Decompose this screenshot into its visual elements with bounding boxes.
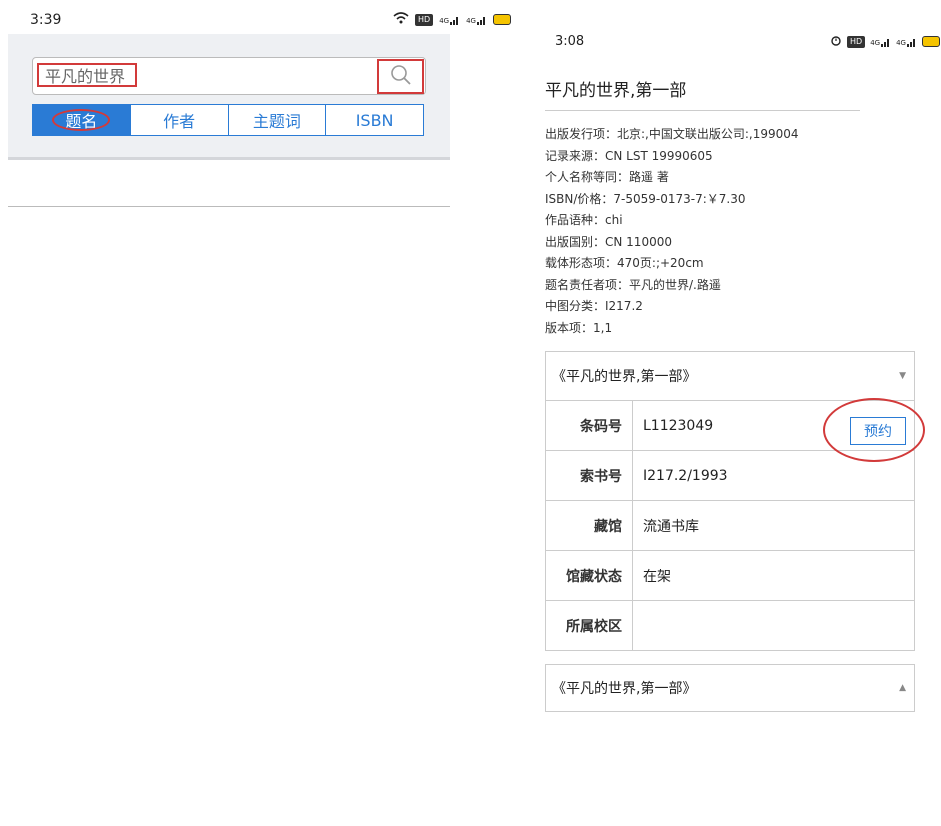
tab-subject[interactable]: 主题词 [228, 105, 327, 135]
barcode-label: 条码号 [545, 400, 633, 451]
campus-value [632, 600, 915, 651]
signal-4g-icon: 4G [466, 15, 487, 25]
location-label: 藏馆 [545, 500, 633, 551]
battery-icon [921, 36, 940, 47]
tab-label: ISBN [355, 110, 394, 130]
holding-accordion-header-2[interactable]: 《平凡的世界,第一部》 ▲ [545, 664, 915, 712]
tab-isbn[interactable]: ISBN [326, 105, 423, 135]
meta-isbn-price: ISBN/价格：7-5059-0173-7:￥7.30 [545, 191, 746, 206]
status-time: 3:08 [555, 34, 585, 49]
meta-edition: 版本项：1,1 [545, 320, 613, 335]
table-row: 所属校区 [545, 600, 915, 651]
campus-label: 所属校区 [545, 600, 633, 651]
search-panel [8, 34, 450, 158]
meta-country: 出版国别：CN 110000 [545, 234, 672, 249]
callnumber-label: 索书号 [545, 450, 633, 501]
table-row: 藏馆 流通书库 [545, 500, 915, 551]
annotation-ellipse [823, 398, 925, 462]
divider [545, 110, 860, 111]
signal-4g-icon: 4G [896, 37, 917, 47]
holding-accordion-header[interactable]: 《平凡的世界,第一部》 ▼ [545, 351, 915, 401]
meta-physical: 载体形态项：470页:;+20cm [545, 256, 704, 270]
meta-publisher: 出版发行项：北京:,中国文联出版公司:,199004 [545, 127, 799, 141]
signal-label: 4G [896, 38, 906, 47]
panel-shadow [8, 157, 450, 160]
status-label: 馆藏状态 [545, 550, 633, 601]
tab-label: 作者 [163, 112, 196, 131]
search-input[interactable]: 平凡的世界 [37, 63, 137, 87]
search-icon [390, 64, 412, 90]
hd-icon: HD [847, 35, 866, 48]
signal-label: 4G [870, 38, 881, 47]
annotation-ellipse [52, 109, 111, 131]
search-type-tabs: 题名 作者 主题词 ISBN [32, 104, 424, 136]
meta-classification: 中图分类：I217.2 [545, 299, 643, 313]
meta-record-source: 记录来源：CN LST 19990605 [545, 148, 713, 163]
book-title: 平凡的世界,第一部 [545, 81, 687, 101]
holding-title: 《平凡的世界,第一部》 [552, 681, 697, 697]
alarm-icon [830, 34, 842, 49]
meta-responsibility: 题名责任者项：平凡的世界/.路遥 [545, 277, 721, 292]
meta-language: 作品语种：chi [545, 213, 623, 227]
holding-title: 《平凡的世界,第一部》 [552, 369, 697, 385]
table-row: 馆藏状态 在架 [545, 550, 915, 601]
caret-down-icon: ▼ [899, 371, 906, 381]
tab-label: 主题词 [252, 112, 301, 131]
meta-author: 个人名称等同：路遥 著 [545, 170, 669, 184]
search-button[interactable] [377, 59, 424, 94]
signal-4g-icon: 4G [870, 37, 891, 47]
tab-author[interactable]: 作者 [130, 105, 229, 135]
signal-label: 4G [439, 16, 450, 25]
signal-4g-icon: 4G [439, 15, 460, 25]
battery-icon [492, 14, 511, 25]
status-icons: HD 4G 4G [393, 12, 511, 27]
book-metadata: 出版发行项：北京:,中国文联出版公司:,199004 记录来源：CN LST 1… [545, 124, 799, 339]
tab-title[interactable]: 题名 [33, 105, 131, 135]
wifi-icon [393, 12, 409, 27]
divider [8, 206, 450, 207]
hd-icon: HD [415, 13, 434, 26]
location-value: 流通书库 [632, 500, 915, 551]
status-icons: HD 4G 4G [830, 34, 940, 49]
status-time: 3:39 [30, 12, 62, 28]
status-value: 在架 [632, 550, 915, 601]
caret-up-icon: ▲ [899, 683, 906, 693]
signal-label: 4G [466, 16, 476, 25]
